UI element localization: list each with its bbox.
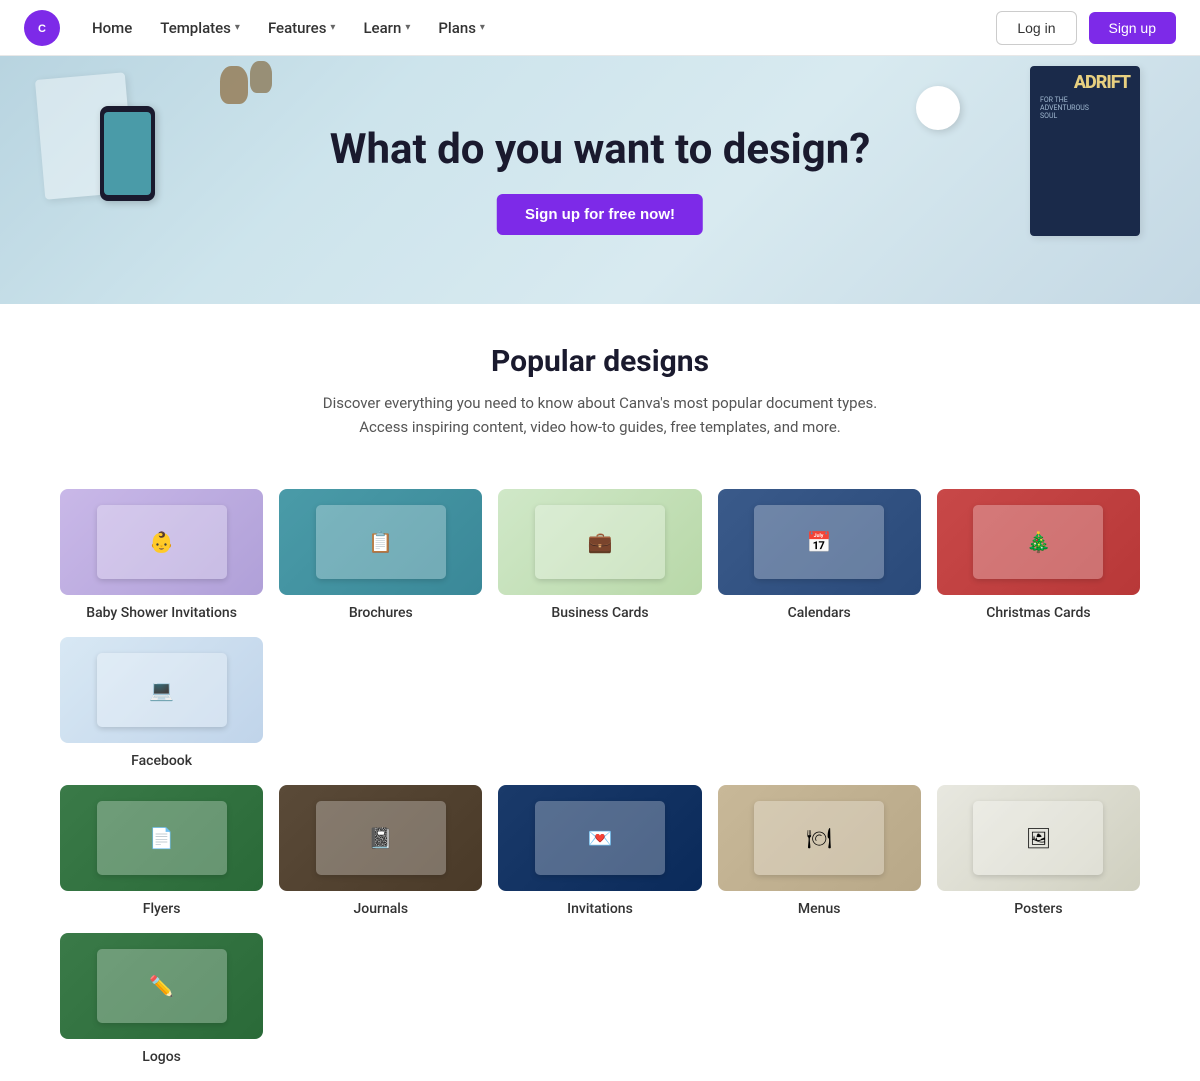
design-thumb-christmas-cards: 🎄 [937,489,1140,595]
features-chevron-icon: ▾ [330,22,335,33]
popular-title: Popular designs [72,344,1128,379]
nav-learn[interactable]: Learn ▾ [351,11,422,45]
popular-section: Popular designs Discover everything you … [0,304,1200,489]
design-thumb-flyers: 📄 [60,785,263,891]
design-thumb-baby-shower: 👶 [60,489,263,595]
nav-home[interactable]: Home [80,11,144,45]
design-thumb-journals: 📓 [279,785,482,891]
design-thumb-facebook: 💻 [60,637,263,743]
design-thumb-posters: 🖼 [937,785,1140,891]
design-thumb-brochures: 📋 [279,489,482,595]
design-card-calendars[interactable]: 📅 Calendars [718,489,921,621]
design-card-flyers[interactable]: 📄 Flyers [60,785,263,917]
design-thumb-logos: ✏️ [60,933,263,1039]
design-label-calendars: Calendars [788,605,851,621]
design-card-business-cards[interactable]: 💼 Business Cards [498,489,701,621]
design-card-logos[interactable]: ✏️ Logos [60,933,263,1065]
design-label-christmas-cards: Christmas Cards [986,605,1090,621]
plans-chevron-icon: ▾ [480,22,485,33]
hero-cta-button[interactable]: Sign up for free now! [497,194,703,235]
templates-chevron-icon: ▾ [235,22,240,33]
hero-content: What do you want to design? Sign up for … [330,125,870,235]
signup-button[interactable]: Sign up [1089,12,1176,44]
design-label-flyers: Flyers [143,901,181,917]
svg-text:C: C [38,22,46,34]
design-label-business-cards: Business Cards [551,605,648,621]
design-card-facebook[interactable]: 💻 Facebook [60,637,263,769]
nav-templates[interactable]: Templates ▾ [148,11,252,45]
design-card-invitations2[interactable]: 💌 Invitations [498,785,701,917]
hero-section: ✂ ADRIFT FOR THEADVENTUROUSSOUL What do … [0,56,1200,304]
design-label-posters: Posters [1014,901,1062,917]
design-card-brochures[interactable]: 📋 Brochures [279,489,482,621]
nav-actions: Log in Sign up [996,11,1176,45]
design-label-menus: Menus [798,901,841,917]
design-thumb-business-cards: 💼 [498,489,701,595]
design-thumb-invitations2: 💌 [498,785,701,891]
design-thumb-calendars: 📅 [718,489,921,595]
canva-logo[interactable]: C [24,10,60,46]
hero-title: What do you want to design? [330,125,870,174]
design-thumb-menus: 🍽 [718,785,921,891]
design-card-baby-shower[interactable]: 👶 Baby Shower Invitations [60,489,263,621]
nav-links: Home Templates ▾ Features ▾ Learn ▾ Plan… [80,11,996,45]
design-label-journals: Journals [354,901,409,917]
learn-chevron-icon: ▾ [405,22,410,33]
design-card-menus[interactable]: 🍽 Menus [718,785,921,917]
design-card-journals[interactable]: 📓 Journals [279,785,482,917]
design-card-christmas-cards[interactable]: 🎄 Christmas Cards [937,489,1140,621]
design-label-logos: Logos [142,1049,181,1065]
navbar: C Home Templates ▾ Features ▾ Learn ▾ Pl… [0,0,1200,56]
popular-description: Discover everything you need to know abo… [300,391,900,439]
nav-features[interactable]: Features ▾ [256,11,348,45]
design-grid-row2: 📄 Flyers 📓 Journals 💌 Invitations 🍽 Menus 🖼 Poste… [0,785,1200,1065]
design-card-posters[interactable]: 🖼 Posters [937,785,1140,917]
nav-plans[interactable]: Plans ▾ [426,11,497,45]
login-button[interactable]: Log in [996,11,1076,45]
design-label-brochures: Brochures [349,605,413,621]
design-label-invitations2: Invitations [567,901,633,917]
design-grid-row1: 👶 Baby Shower Invitations 📋 Brochures 💼 Busin… [0,489,1200,769]
design-label-baby-shower: Baby Shower Invitations [86,605,237,621]
design-label-facebook: Facebook [131,753,192,769]
